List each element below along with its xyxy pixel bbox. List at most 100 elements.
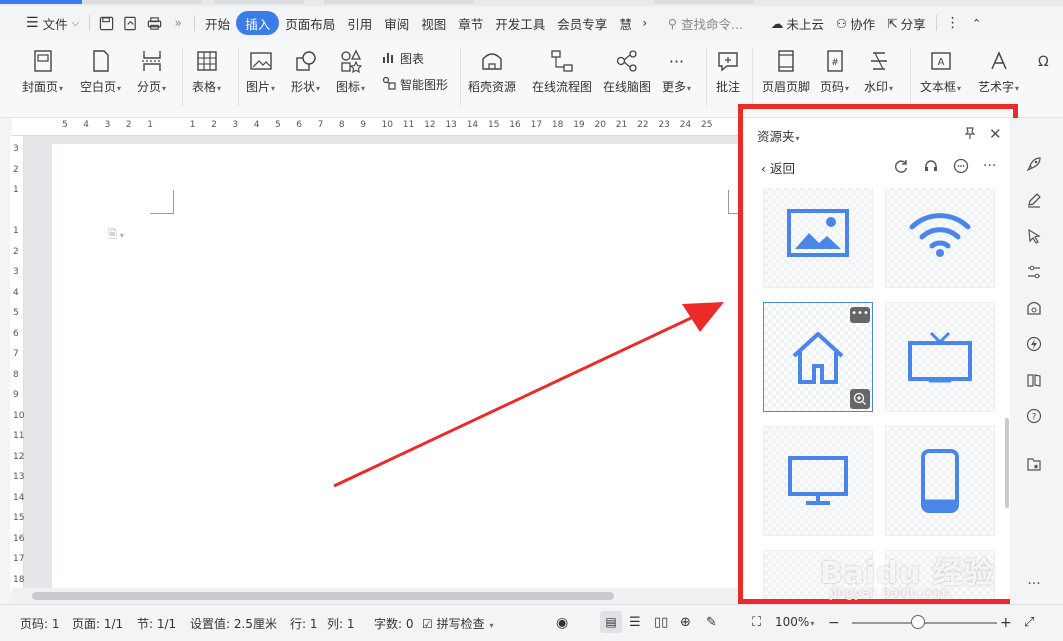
header-footer-button[interactable]: 页眉页脚 <box>762 46 810 95</box>
search-command[interactable]: ⚲ 查找命令... <box>662 11 749 35</box>
tab-home[interactable]: 开始 <box>199 11 236 35</box>
table-button[interactable]: 表格▾ <box>192 46 221 95</box>
page-number-button[interactable]: # 页码▾ <box>820 46 849 95</box>
page-number-icon: # <box>823 46 847 76</box>
horizontal-ruler[interactable]: 5 4 3 2 1 1 2 3 4 5 6 7 8 9 10 11 12 13 14 15 16 17 18 19 20 21 22… <box>12 118 740 136</box>
help-icon[interactable]: ? <box>1022 404 1046 428</box>
column-status[interactable]: 列: 1 <box>327 615 355 632</box>
tab-view[interactable]: 视图 <box>415 11 452 35</box>
pen-icon[interactable] <box>1022 188 1046 212</box>
ruler-tick-label: 17 <box>13 554 25 564</box>
save-icon[interactable] <box>94 11 118 35</box>
setting-status[interactable]: 设置值: 2.5厘米 <box>190 615 277 632</box>
zoom-slider-handle[interactable] <box>911 615 925 629</box>
svg-text:?: ? <box>1032 413 1037 423</box>
ruler-tick-label: 14 <box>466 120 479 130</box>
blank-page-button[interactable]: 空白页▾ <box>80 46 121 95</box>
tab-chapter[interactable]: 章节 <box>452 11 489 35</box>
page-view-icon[interactable]: ▤ <box>600 611 622 633</box>
ruler-tick-label: 11 <box>402 120 415 130</box>
ruler-tick-label: 9 <box>360 120 366 130</box>
picture-button[interactable]: 图片▾ <box>246 46 275 95</box>
ruler-tick-label: 24 <box>679 120 692 130</box>
chart-button[interactable]: 图表 <box>382 50 424 67</box>
page-break-button[interactable]: 分页▾ <box>137 46 166 95</box>
cursor-icon[interactable] <box>1022 224 1046 248</box>
ruler-tick-label: 3 <box>104 120 111 130</box>
horizontal-scrollbar[interactable] <box>12 588 740 604</box>
word-count-status[interactable]: 字数: 0 <box>374 615 414 632</box>
more-icon[interactable]: ⋮ <box>941 11 965 35</box>
spell-check-button[interactable]: ☑ 拼写检查 ▾ <box>422 615 493 632</box>
fit-page-icon[interactable]: ⛶ <box>752 615 761 630</box>
tab-developer[interactable]: 开发工具 <box>489 11 551 35</box>
watermark-button[interactable]: 水印▾ <box>864 46 893 95</box>
flowchart-icon <box>550 46 574 76</box>
resource-folder-icon[interactable] <box>1022 452 1046 476</box>
chevron-right-icon[interactable]: › <box>638 11 652 35</box>
store-icon[interactable] <box>1022 296 1046 320</box>
write-view-icon[interactable]: ✎ <box>706 615 717 630</box>
lightning-icon[interactable] <box>1022 332 1046 356</box>
file-menu[interactable]: ☰ 文件 ⌵ <box>20 11 85 35</box>
eye-protect-icon[interactable]: ◉ <box>556 615 568 631</box>
symbol-button[interactable]: Ω <box>1036 46 1054 76</box>
shape-button[interactable]: 形状▾ <box>291 46 320 95</box>
rocket-icon[interactable] <box>1022 152 1046 176</box>
collab-button[interactable]: ⚇ 协作 <box>830 11 881 35</box>
icons-icon <box>339 46 363 76</box>
tab-member[interactable]: 会员专享 <box>551 11 613 35</box>
section-status[interactable]: 节: 1/1 <box>137 615 176 632</box>
cover-page-button[interactable]: 封面页▾ <box>22 46 63 95</box>
zoom-in-icon[interactable]: + <box>1000 615 1012 631</box>
cover-page-icon <box>31 46 55 76</box>
vertical-ruler[interactable]: 32112345678910111213141516171819 <box>10 136 25 605</box>
scroll-thumb[interactable] <box>32 592 614 600</box>
print-icon[interactable] <box>142 11 166 35</box>
zoom-level[interactable]: 100%▾ <box>775 615 814 629</box>
tab-page-layout[interactable]: 页面布局 <box>279 11 341 35</box>
annotation-arrow <box>333 302 724 488</box>
cloud-status[interactable]: ☁ 未上云 <box>765 11 830 35</box>
zoom-out-icon[interactable]: − <box>828 615 840 631</box>
web-view-icon[interactable]: ⊕ <box>680 615 691 630</box>
right-toolbar: ? ··· <box>1010 118 1063 604</box>
highlight-box <box>738 104 1018 604</box>
more-dots-icon[interactable]: ··· <box>1022 572 1046 596</box>
share-button[interactable]: ⇱ 分享 <box>881 11 932 35</box>
ruler-tick-label: 8 <box>338 120 345 130</box>
ruler-tick-label: 16 <box>13 533 25 544</box>
tab-insert[interactable]: 插入 <box>236 11 280 35</box>
row-status[interactable]: 行: 1 <box>290 615 318 632</box>
tab-hui[interactable]: 慧 <box>613 11 638 35</box>
ruler-tick-label: 19 <box>573 120 585 130</box>
ruler-tick-label: 20 <box>594 120 606 130</box>
comment-button[interactable]: 批注 <box>716 46 740 95</box>
collapse-ribbon-icon[interactable]: ⌃ <box>965 11 989 35</box>
paragraph-format-icon[interactable]: 🗎 ▾ <box>108 226 124 245</box>
pages-status[interactable]: 页面: 1/1 <box>72 615 123 632</box>
reading-view-icon[interactable]: ▯▯ <box>654 615 668 630</box>
smartart-button[interactable]: 智能图形 <box>382 76 448 93</box>
online-flowchart-button[interactable]: 在线流程图 <box>532 46 592 95</box>
divider <box>194 15 196 31</box>
icon-button[interactable]: 图标▾ <box>336 46 365 95</box>
wordart-button[interactable]: 艺术字▾ <box>978 46 1019 95</box>
outline-view-icon[interactable]: ☰ <box>629 615 641 630</box>
export-pdf-icon[interactable] <box>118 11 142 35</box>
mindmap-icon <box>615 46 639 76</box>
book-icon[interactable] <box>1022 368 1046 392</box>
blank-page-icon <box>89 46 113 76</box>
online-mindmap-button[interactable]: 在线脑图 <box>603 46 651 95</box>
ruler-tick-label: 18 <box>13 574 25 585</box>
fullscreen-icon[interactable]: ⤢ <box>1024 615 1034 630</box>
more-button[interactable]: ··· 更多▾ <box>662 46 691 95</box>
sliders-icon[interactable] <box>1022 260 1046 284</box>
page-number-status[interactable]: 页码: 1 <box>20 615 60 632</box>
tab-review[interactable]: 审阅 <box>378 11 415 35</box>
more-quick-icon[interactable]: » <box>166 11 190 35</box>
tab-references[interactable]: 引用 <box>341 11 378 35</box>
ruler-tick-label: 9 <box>13 390 19 400</box>
textbox-button[interactable]: A 文本框▾ <box>920 46 961 95</box>
daoke-resource-button[interactable]: 稻壳资源 <box>468 46 516 95</box>
